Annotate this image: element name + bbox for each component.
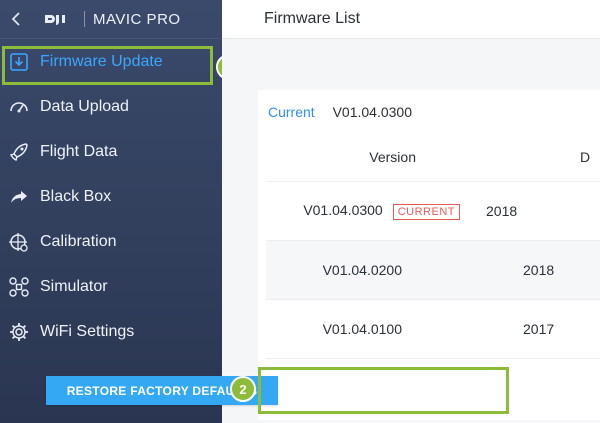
version-text: V01.04.0300 — [303, 202, 383, 219]
brand-divider — [84, 11, 85, 27]
highlight-box-firmware — [2, 46, 213, 85]
current-version-value: V01.04.0300 — [332, 104, 412, 120]
sidebar-item-label: Black Box — [40, 187, 112, 205]
drone-icon — [9, 276, 29, 297]
firmware-table: Version D V01.04.0300 CURRENT 2018 V01.04… — [266, 132, 600, 359]
sidebar-item-data-upload[interactable]: Data Upload — [0, 84, 222, 129]
sidebar-item-label: WiFi Settings — [40, 322, 135, 340]
crosshair-icon — [9, 232, 28, 252]
page-title: Firmware List — [222, 0, 600, 39]
table-row[interactable]: V01.04.0200 2018 — [266, 241, 600, 300]
current-version-row: Current V01.04.0300 — [268, 104, 412, 120]
share-arrow-icon — [11, 190, 27, 203]
column-header-date: D — [580, 148, 591, 165]
sidebar-item-simulator[interactable]: Simulator — [0, 264, 222, 309]
table-row[interactable]: V01.04.0300 CURRENT 2018 — [266, 182, 600, 241]
main-panel: Firmware List Current V01.04.0300 Versio… — [222, 0, 600, 423]
sidebar-item-label: Data Upload — [40, 97, 129, 115]
version-cell: V01.04.0200 — [322, 262, 402, 278]
gauge-icon — [10, 101, 28, 112]
step-badge-2: 2 — [230, 376, 256, 402]
highlight-box-restore — [258, 367, 509, 414]
sidebar-item-calibration[interactable]: Calibration — [0, 219, 222, 264]
model-name: MAVIC PRO — [93, 10, 181, 28]
date-cell: 2018 — [486, 203, 518, 219]
current-label: Current — [268, 104, 315, 120]
version-cell: V01.04.0100 — [322, 321, 402, 337]
column-header-version: Version — [369, 148, 416, 165]
sidebar-item-label: Simulator — [40, 277, 108, 295]
sidebar-nav: Firmware Update Data Upload Flight Data … — [0, 39, 222, 354]
rocket-icon — [9, 142, 28, 161]
table-row[interactable]: V01.04.0100 2017 — [266, 300, 600, 359]
sidebar-item-flight-data[interactable]: Flight Data — [0, 129, 222, 174]
back-chevron-icon[interactable] — [10, 12, 24, 26]
date-cell: 2017 — [523, 321, 555, 337]
sidebar-item-wifi-settings[interactable]: WiFi Settings — [0, 309, 222, 354]
table-header: Version D — [266, 132, 600, 182]
dji-logo-icon — [45, 15, 65, 25]
sidebar-item-label: Calibration — [40, 232, 117, 250]
sidebar-item-black-box[interactable]: Black Box — [0, 174, 222, 219]
current-tag-badge: CURRENT — [392, 203, 460, 220]
version-cell: V01.04.0300 CURRENT — [266, 202, 460, 220]
sidebar-item-label: Flight Data — [40, 142, 118, 160]
date-cell: 2018 — [523, 262, 555, 278]
gear-icon — [10, 322, 28, 341]
brand-bar: MAVIC PRO — [0, 0, 222, 39]
